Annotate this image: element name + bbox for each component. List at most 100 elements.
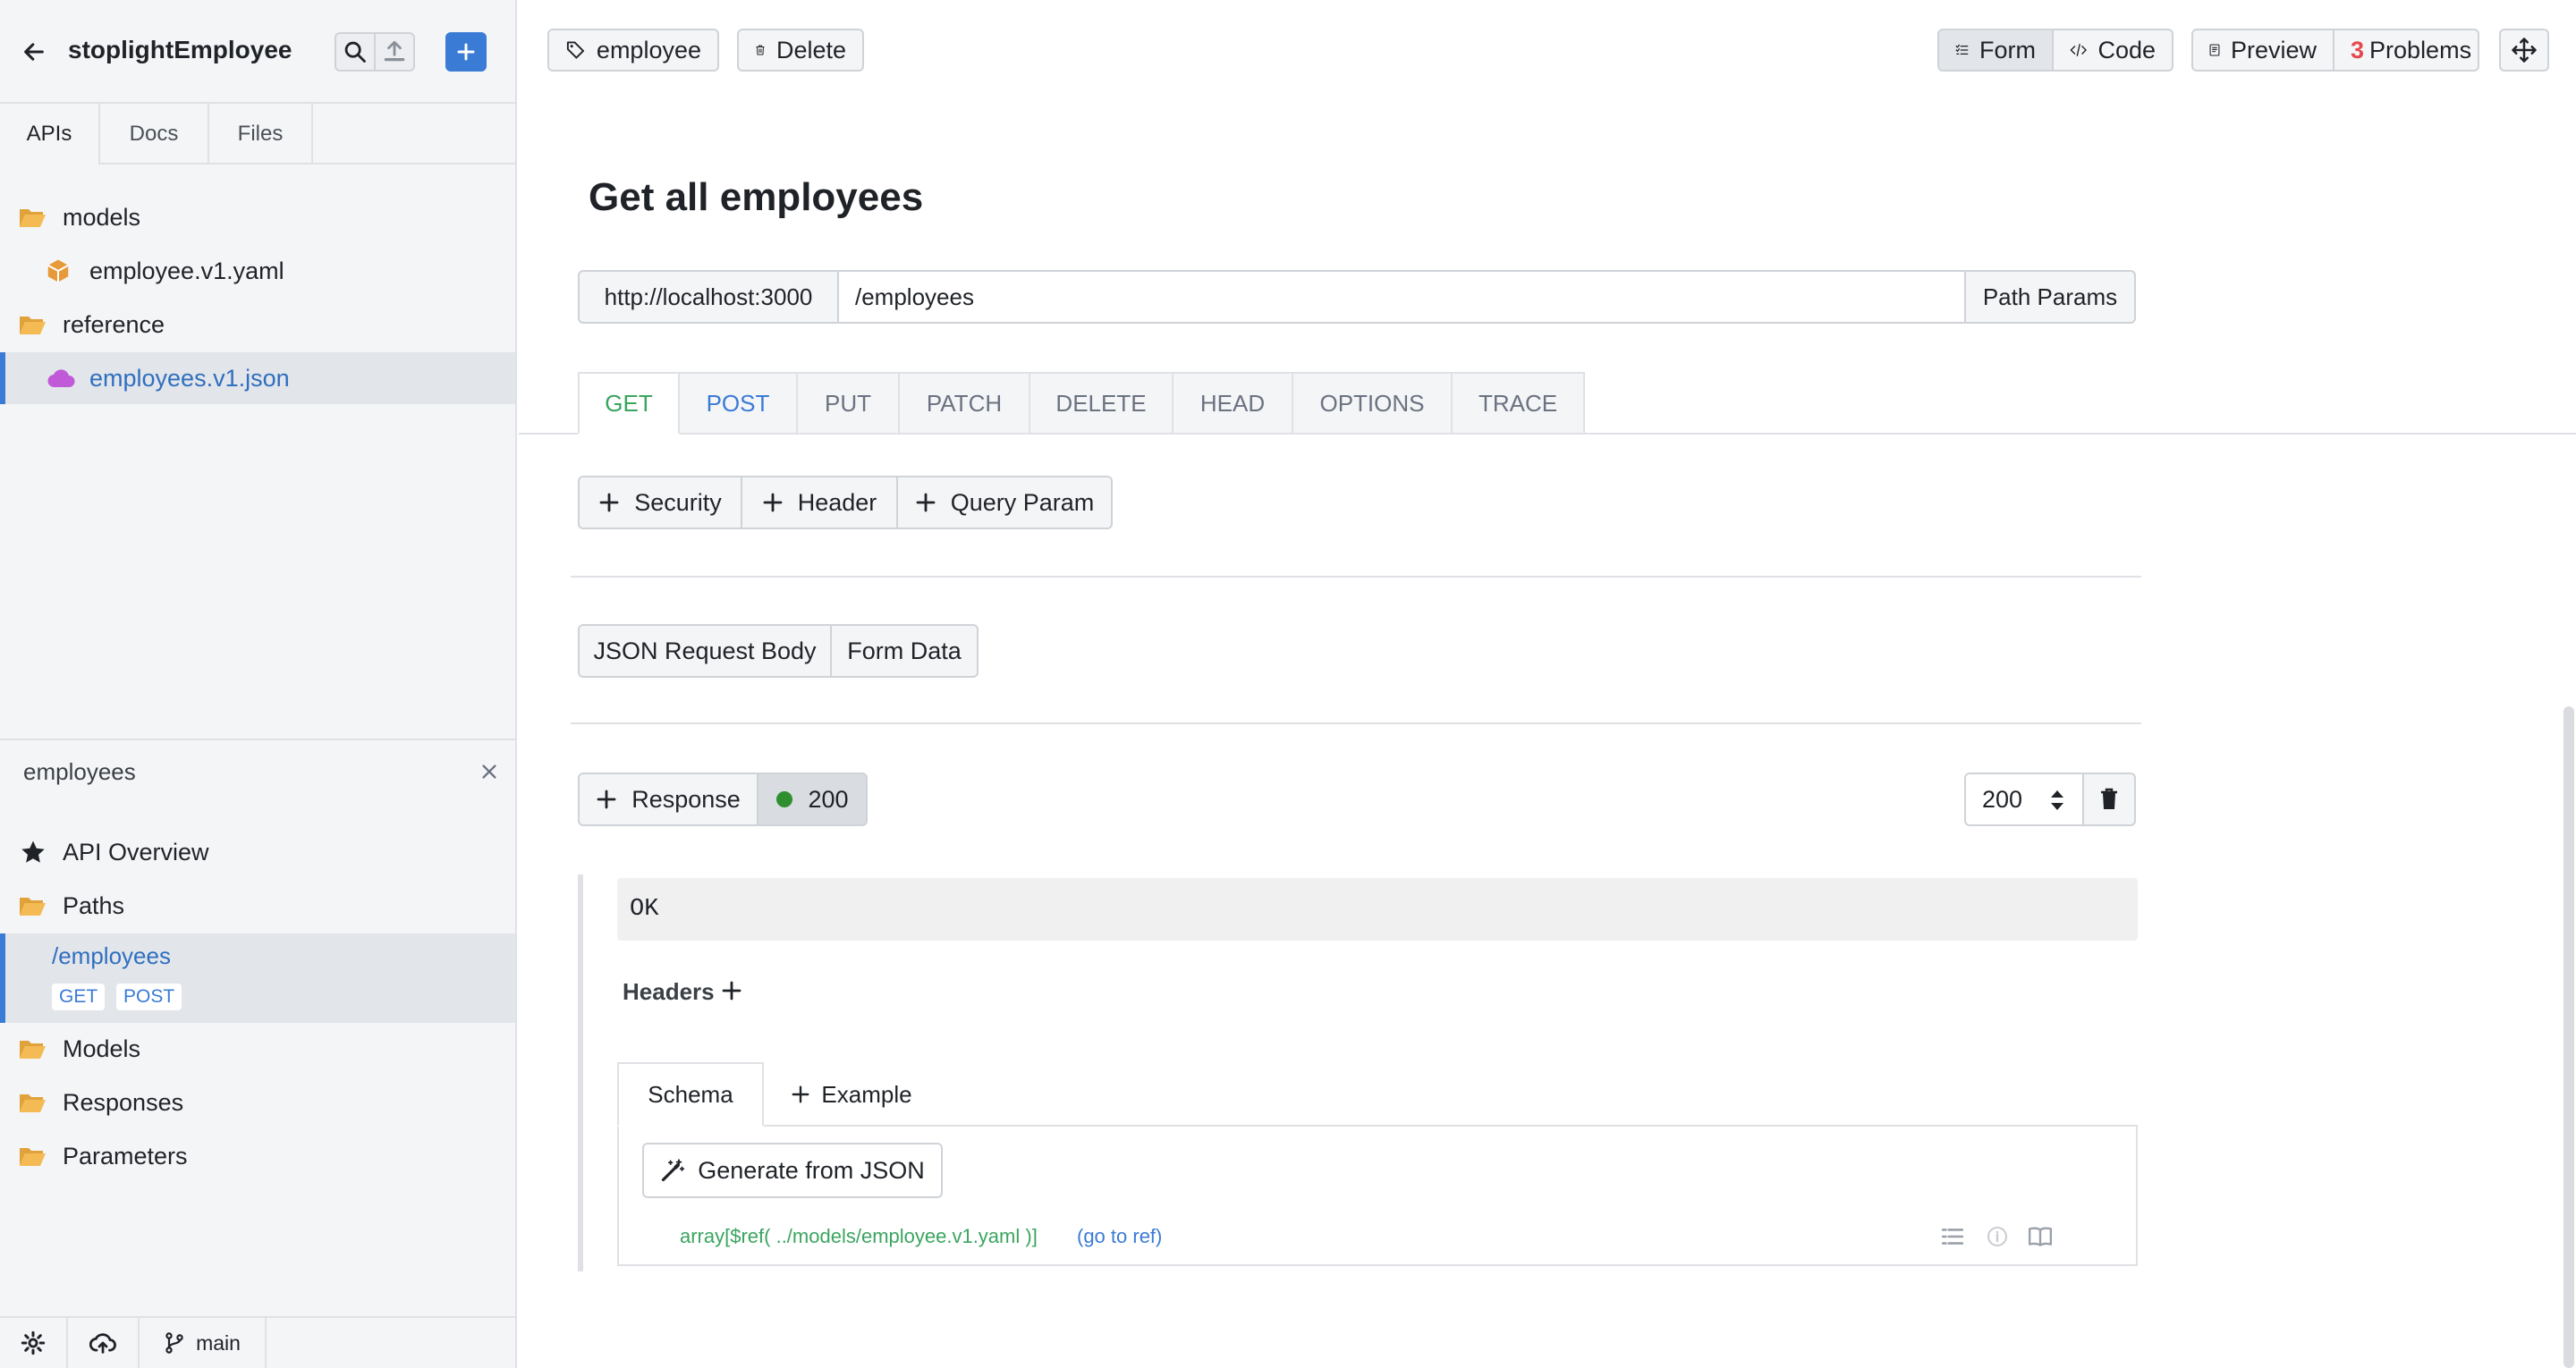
response-description-field[interactable]: OK — [617, 878, 2138, 941]
outline-item-paths[interactable]: Paths — [0, 880, 515, 932]
cube-icon — [45, 258, 72, 284]
outline-item-label: Paths — [63, 891, 125, 919]
toolbar: employee Delete Form Code Preview 3 Prob… — [519, 0, 2576, 104]
schema-ref-text: array[$ref( ../models/employee.v1.yaml )… — [680, 1225, 1038, 1247]
publish-button[interactable] — [374, 32, 415, 72]
tab-method-get[interactable]: GET — [578, 372, 680, 435]
tab-files[interactable]: Files — [209, 104, 313, 165]
tab-method-options[interactable]: OPTIONS — [1293, 372, 1453, 435]
add-response-button[interactable]: Response — [578, 773, 758, 826]
status-code-value: 200 — [1982, 785, 2023, 813]
path-input[interactable] — [837, 270, 1966, 324]
main-editor: employee Delete Form Code Preview 3 Prob… — [519, 0, 2576, 1368]
request-body-group: JSON Request Body Form Data — [578, 624, 979, 678]
list-view-button[interactable] — [1939, 1223, 1966, 1250]
preview-button[interactable]: Preview — [2191, 29, 2334, 72]
json-request-body-button[interactable]: JSON Request Body — [578, 624, 832, 678]
plus-icon — [763, 493, 783, 512]
add-button[interactable] — [445, 32, 487, 72]
search-button[interactable] — [335, 32, 376, 72]
button-label: Query Param — [950, 488, 1095, 516]
form-view-button[interactable]: Form — [1937, 29, 2054, 72]
tree-item-reference[interactable]: reference — [0, 299, 515, 350]
docs-button[interactable] — [2027, 1223, 2054, 1250]
add-query-param-button[interactable]: Query Param — [898, 476, 1113, 529]
generate-from-json-button[interactable]: Generate from JSON — [642, 1143, 943, 1198]
button-label: Security — [634, 488, 722, 516]
git-branch-icon — [165, 1332, 183, 1354]
tab-docs[interactable]: Docs — [100, 104, 209, 165]
settings-button[interactable] — [0, 1318, 68, 1368]
tab-method-post[interactable]: POST — [680, 372, 798, 435]
close-icon — [482, 764, 496, 779]
folder-open-icon — [18, 894, 47, 917]
outline-item-api-overview[interactable]: API Overview — [0, 826, 515, 878]
form-data-button[interactable]: Form Data — [832, 624, 979, 678]
tree-item-label: employee.v1.yaml — [89, 257, 284, 284]
tab-example[interactable]: Example — [771, 1062, 932, 1127]
tag-icon — [566, 41, 585, 59]
tab-schema[interactable]: Schema — [617, 1062, 764, 1127]
sidebar-tabs: APIs Docs Files — [0, 104, 515, 165]
outline-item-models[interactable]: Models — [0, 1023, 515, 1075]
tag-button[interactable]: employee — [547, 29, 719, 72]
button-label: Header — [797, 488, 877, 516]
tab-label: Example — [821, 1080, 912, 1108]
path-params-button[interactable]: Path Params — [1964, 270, 2136, 324]
gear-icon — [21, 1330, 46, 1355]
trash-icon — [2101, 788, 2117, 809]
headers-label: Headers — [623, 978, 715, 1005]
tree-item-employee-yaml[interactable]: employee.v1.yaml — [0, 245, 515, 297]
responses-group: Response 200 — [578, 773, 868, 826]
section-divider — [571, 576, 2141, 578]
outline-item-label: Responses — [63, 1088, 184, 1116]
outline-item-employees-path[interactable]: /employees GET POST — [0, 933, 515, 1023]
list-icon — [1941, 1229, 1964, 1245]
scrollbar[interactable] — [2563, 706, 2574, 1368]
response-code-label: 200 — [808, 785, 849, 813]
tab-apis[interactable]: APIs — [0, 104, 100, 165]
delete-button[interactable]: Delete — [737, 29, 864, 72]
preview-label: Preview — [2230, 36, 2317, 63]
server-select[interactable]: http://localhost:3000 — [578, 270, 839, 324]
status-code-select[interactable]: 200 — [1964, 773, 2084, 826]
code-icon — [2070, 44, 2087, 56]
method-chip-get: GET — [52, 984, 106, 1010]
go-to-ref-link[interactable]: (go to ref) — [1077, 1225, 1162, 1248]
folder-open-icon — [18, 1091, 47, 1114]
plus-icon — [597, 790, 616, 809]
add-security-button[interactable]: Security — [578, 476, 742, 529]
branch-name: main — [196, 1330, 241, 1355]
info-button[interactable] — [1984, 1223, 2011, 1250]
branch-button[interactable]: main — [140, 1318, 267, 1368]
button-label: Response — [631, 785, 741, 813]
tree-item-employees-json[interactable]: employees.v1.json — [0, 352, 515, 404]
sync-button[interactable] — [68, 1318, 140, 1368]
plus-icon — [457, 43, 475, 61]
method-tabs: GET POST PUT PATCH DELETE HEAD OPTIONS T… — [578, 372, 1585, 435]
tab-method-patch[interactable]: PATCH — [900, 372, 1030, 435]
response-200-tab[interactable]: 200 — [758, 773, 868, 826]
outline-header: employees — [0, 739, 515, 801]
back-button[interactable] — [18, 34, 50, 70]
request-params-group: Security Header Query Param — [578, 476, 1113, 529]
outline-item-label: Models — [63, 1034, 141, 1062]
plus-icon — [599, 493, 619, 512]
folder-open-icon — [18, 1037, 47, 1060]
add-header-button[interactable]: Header — [742, 476, 898, 529]
tab-method-trace[interactable]: TRACE — [1453, 372, 1585, 435]
outline-item-parameters[interactable]: Parameters — [0, 1130, 515, 1182]
tab-method-delete[interactable]: DELETE — [1030, 372, 1174, 435]
problems-button[interactable]: 3 Problems — [2333, 29, 2479, 72]
delete-response-button[interactable] — [2082, 773, 2136, 826]
tab-method-head[interactable]: HEAD — [1174, 372, 1293, 435]
add-response-header-button[interactable] — [717, 976, 746, 1005]
outline-item-responses[interactable]: Responses — [0, 1077, 515, 1128]
tag-label: employee — [596, 36, 701, 63]
code-view-button[interactable]: Code — [2052, 29, 2174, 72]
tab-method-put[interactable]: PUT — [798, 372, 900, 435]
tree-item-models[interactable]: models — [0, 191, 515, 243]
close-outline-button[interactable] — [479, 762, 503, 785]
move-button[interactable] — [2499, 29, 2549, 72]
problems-label: Problems — [2369, 36, 2472, 63]
